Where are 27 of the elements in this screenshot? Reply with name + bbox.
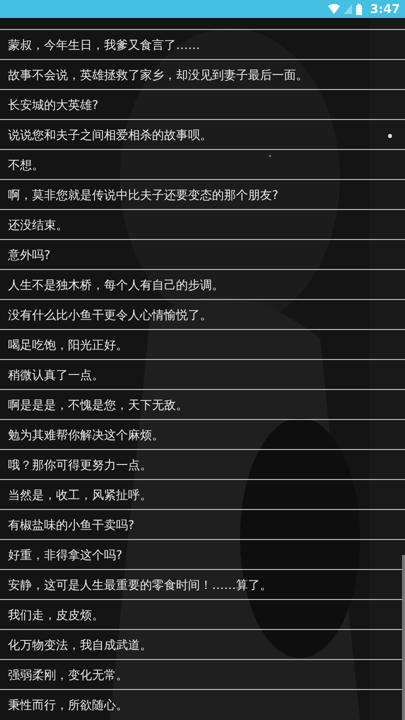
list-item[interactable]: 哦？那你可得更努力一点。 — [8, 456, 152, 474]
list-item[interactable]: 说说您和夫子之间相爱相杀的故事呗。 — [8, 126, 212, 144]
list-item[interactable]: 故事不会说，英雄拯救了家乡，却没见到妻子最后一面。 — [8, 66, 308, 84]
wifi-icon — [328, 4, 340, 14]
battery-icon — [356, 4, 362, 14]
list-item[interactable]: 人生不是独木桥，每个人有自己的步调。 — [8, 276, 224, 294]
list-item[interactable]: 不想。 — [8, 156, 44, 174]
list-item[interactable]: 没有什么比小鱼干更令人心情愉悦了。 — [8, 306, 212, 324]
list-item[interactable]: 安静，这可是人生最重要的零食时间！……算了。 — [8, 576, 272, 594]
list-item[interactable]: 我们走，皮皮烦。 — [8, 606, 104, 624]
list-item[interactable]: 啊是是是，不愧是您，天下无敌。 — [8, 396, 188, 414]
list-item[interactable]: 化万物变法，我自成武道。 — [8, 636, 152, 654]
list-item[interactable]: 稍微认真了一点。 — [8, 366, 104, 384]
list-item[interactable]: 当然是，收工，风紧扯呼。 — [8, 486, 152, 504]
list-item[interactable]: 啊，莫非您就是传说中比夫子还要变态的那个朋友? — [8, 186, 278, 204]
list-item[interactable]: 长安城的大英雄? — [8, 96, 98, 114]
signal-icon — [344, 4, 352, 14]
list-item[interactable]: 秉性而行，所欲随心。 — [8, 696, 128, 714]
list-item[interactable]: 有椒盐味的小鱼干卖吗? — [8, 516, 134, 534]
list-item[interactable]: 强弱柔刚，变化无常。 — [8, 666, 128, 684]
list-item[interactable]: 好重，非得拿这个吗? — [8, 546, 122, 564]
clock-time: 3:47 — [370, 1, 400, 18]
list-item[interactable]: 勉为其难帮你解决这个麻烦。 — [8, 426, 164, 444]
list-item[interactable]: 意外吗? — [8, 246, 50, 264]
list-item[interactable]: 喝足吃饱，阳光正好。 — [8, 336, 128, 354]
list-item[interactable]: 蒙叔，今年生日，我爹又食言了…… — [8, 36, 200, 54]
list-item[interactable]: 还没结束。 — [8, 216, 68, 234]
